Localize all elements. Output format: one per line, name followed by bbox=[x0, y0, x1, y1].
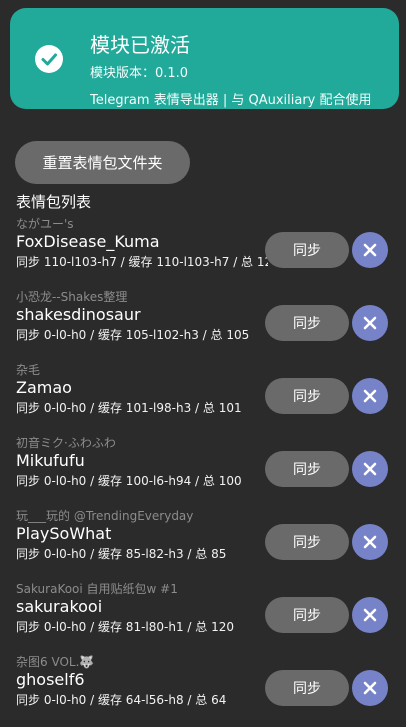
sync-button[interactable]: 同步 bbox=[265, 378, 349, 414]
sync-button[interactable]: 同步 bbox=[265, 597, 349, 633]
pack-subtitle: ながユー's bbox=[16, 217, 74, 231]
pack-stats: 同步 0-l0-h0 / 缓存 105-l102-h3 / 总 105 bbox=[16, 328, 250, 342]
check-circle-icon bbox=[35, 45, 63, 73]
pack-name: Mikufufu bbox=[16, 451, 85, 470]
sticker-pack-list-title: 表情包列表 bbox=[16, 193, 92, 211]
pack-name: FoxDisease_Kuma bbox=[16, 232, 160, 251]
delete-button[interactable] bbox=[352, 232, 388, 268]
delete-button[interactable] bbox=[352, 378, 388, 414]
pack-subtitle: 小恐龙--Shakes整理 bbox=[16, 290, 128, 304]
pack-name: shakesdinosaur bbox=[16, 305, 141, 324]
pack-subtitle: SakuraKooi 自用贴纸包w #1 bbox=[16, 582, 178, 596]
module-description: Telegram 表情导出器 | 与 QAuxiliary 配合使用 bbox=[90, 93, 372, 108]
module-status-title: 模块已激活 bbox=[90, 33, 190, 57]
list-item: 玩___玩的 @TrendingEveryday PlaySoWhat 同步 0… bbox=[0, 507, 406, 580]
pack-stats: 同步 0-l0-h0 / 缓存 85-l82-h3 / 总 85 bbox=[16, 547, 227, 561]
pack-name: ghoself6 bbox=[16, 670, 85, 689]
sync-button[interactable]: 同步 bbox=[265, 670, 349, 706]
close-icon bbox=[363, 608, 377, 622]
delete-button[interactable] bbox=[352, 524, 388, 560]
sync-button[interactable]: 同步 bbox=[265, 305, 349, 341]
list-item: 杂毛 Zamao 同步 0-l0-h0 / 缓存 101-l98-h3 / 总 … bbox=[0, 361, 406, 434]
module-version: 模块版本：0.1.0 bbox=[90, 66, 189, 81]
pack-stats: 同步 0-l0-h0 / 缓存 81-l80-h1 / 总 120 bbox=[16, 620, 234, 634]
pack-subtitle: 杂毛 bbox=[16, 363, 41, 377]
module-status-card: 模块已激活 模块版本：0.1.0 Telegram 表情导出器 | 与 QAux… bbox=[10, 8, 399, 109]
delete-button[interactable] bbox=[352, 597, 388, 633]
sync-button[interactable]: 同步 bbox=[265, 524, 349, 560]
sticker-pack-list: ながユー's FoxDisease_Kuma 同步 110-l103-h7 / … bbox=[0, 215, 406, 726]
pack-name: sakurakooi bbox=[16, 597, 103, 616]
pack-stats: 同步 0-l0-h0 / 缓存 101-l98-h3 / 总 101 bbox=[16, 401, 242, 415]
sync-button[interactable]: 同步 bbox=[265, 232, 349, 268]
close-icon bbox=[363, 389, 377, 403]
delete-button[interactable] bbox=[352, 670, 388, 706]
pack-stats: 同步 0-l0-h0 / 缓存 64-l56-h8 / 总 64 bbox=[16, 693, 227, 707]
close-icon bbox=[363, 243, 377, 257]
delete-button[interactable] bbox=[352, 305, 388, 341]
pack-subtitle: 杂图6 VOL.🐺 bbox=[16, 655, 95, 669]
pack-stats: 同步 110-l103-h7 / 缓存 110-l103-h7 / 总 120 bbox=[16, 255, 268, 269]
list-item: ながユー's FoxDisease_Kuma 同步 110-l103-h7 / … bbox=[0, 215, 406, 288]
pack-subtitle: 初音ミク·ふわふわ bbox=[16, 436, 116, 450]
pack-name: Zamao bbox=[16, 378, 72, 397]
list-item: SakuraKooi 自用贴纸包w #1 sakurakooi 同步 0-l0-… bbox=[0, 580, 406, 653]
pack-name: PlaySoWhat bbox=[16, 524, 112, 543]
close-icon bbox=[363, 535, 377, 549]
pack-subtitle: 玩___玩的 @TrendingEveryday bbox=[16, 509, 194, 523]
list-item: 杂图6 VOL.🐺 ghoself6 同步 0-l0-h0 / 缓存 64-l5… bbox=[0, 653, 406, 726]
reset-sticker-folder-button[interactable]: 重置表情包文件夹 bbox=[15, 141, 190, 184]
close-icon bbox=[363, 462, 377, 476]
list-item: 初音ミク·ふわふわ Mikufufu 同步 0-l0-h0 / 缓存 100-l… bbox=[0, 434, 406, 507]
close-icon bbox=[363, 681, 377, 695]
sync-button[interactable]: 同步 bbox=[265, 451, 349, 487]
list-item: 小恐龙--Shakes整理 shakesdinosaur 同步 0-l0-h0 … bbox=[0, 288, 406, 361]
close-icon bbox=[363, 316, 377, 330]
delete-button[interactable] bbox=[352, 451, 388, 487]
pack-stats: 同步 0-l0-h0 / 缓存 100-l6-h94 / 总 100 bbox=[16, 474, 242, 488]
